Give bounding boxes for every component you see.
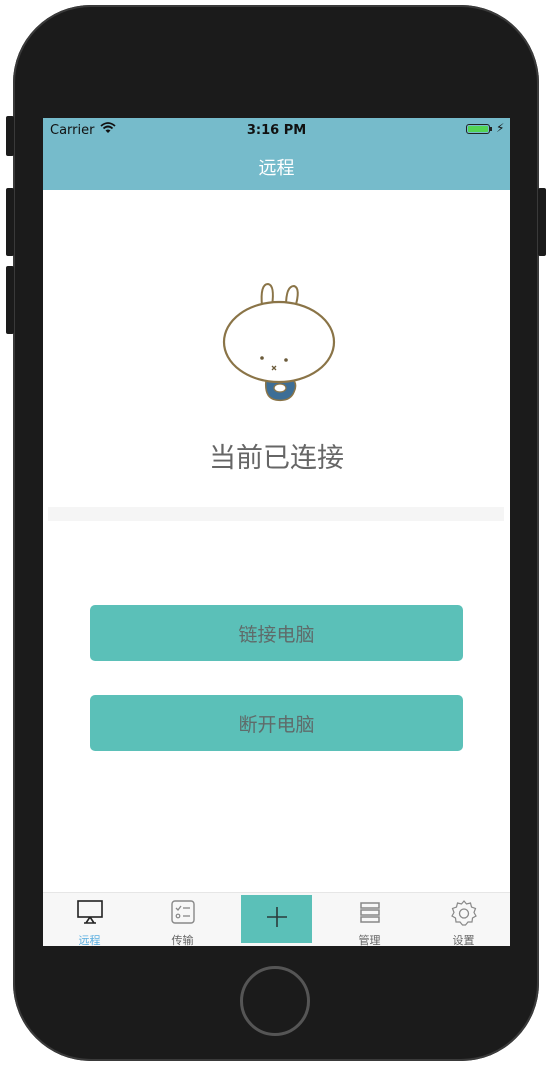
tab-settings[interactable]: 设置 bbox=[417, 893, 510, 946]
tab-remote-label: 远程 bbox=[78, 934, 101, 946]
status-time: 3:16 PM bbox=[246, 123, 307, 138]
navigation-bar: Carrier 3:16 PM ⚡ 远程 bbox=[43, 118, 510, 190]
battery-cap bbox=[490, 127, 492, 131]
add-button[interactable] bbox=[241, 895, 312, 943]
rabbit-mascot-icon bbox=[218, 280, 338, 414]
tab-transfer-label: 传输 bbox=[171, 934, 194, 946]
app-screen: Carrier 3:16 PM ⚡ 远程 当前已连接 链接电脑 断开电脑 远程 … bbox=[43, 118, 510, 946]
mute-switch bbox=[6, 116, 14, 156]
volume-up-button bbox=[6, 188, 14, 256]
tab-manage[interactable]: 管理 bbox=[323, 893, 416, 946]
home-button[interactable] bbox=[240, 966, 310, 1036]
plus-icon bbox=[265, 905, 289, 933]
power-button bbox=[538, 188, 546, 256]
tab-settings-label: 设置 bbox=[452, 934, 475, 946]
disconnect-computer-button[interactable]: 断开电脑 bbox=[90, 695, 463, 751]
stack-icon bbox=[323, 899, 416, 925]
monitor-icon bbox=[43, 899, 136, 925]
tab-remote[interactable]: 远程 bbox=[43, 893, 136, 946]
section-divider bbox=[48, 507, 504, 521]
checklist-icon bbox=[136, 899, 229, 925]
tab-manage-label: 管理 bbox=[358, 934, 381, 946]
tab-transfer[interactable]: 传输 bbox=[136, 893, 229, 946]
battery-icon bbox=[466, 124, 490, 134]
status-bar: Carrier 3:16 PM ⚡ bbox=[43, 118, 510, 142]
page-title: 远程 bbox=[258, 158, 295, 179]
connect-computer-button[interactable]: 链接电脑 bbox=[90, 605, 463, 661]
volume-down-button bbox=[6, 266, 14, 334]
charging-bolt-icon: ⚡ bbox=[496, 121, 505, 135]
connection-status-text: 当前已连接 bbox=[209, 443, 344, 474]
gear-icon bbox=[417, 899, 510, 927]
